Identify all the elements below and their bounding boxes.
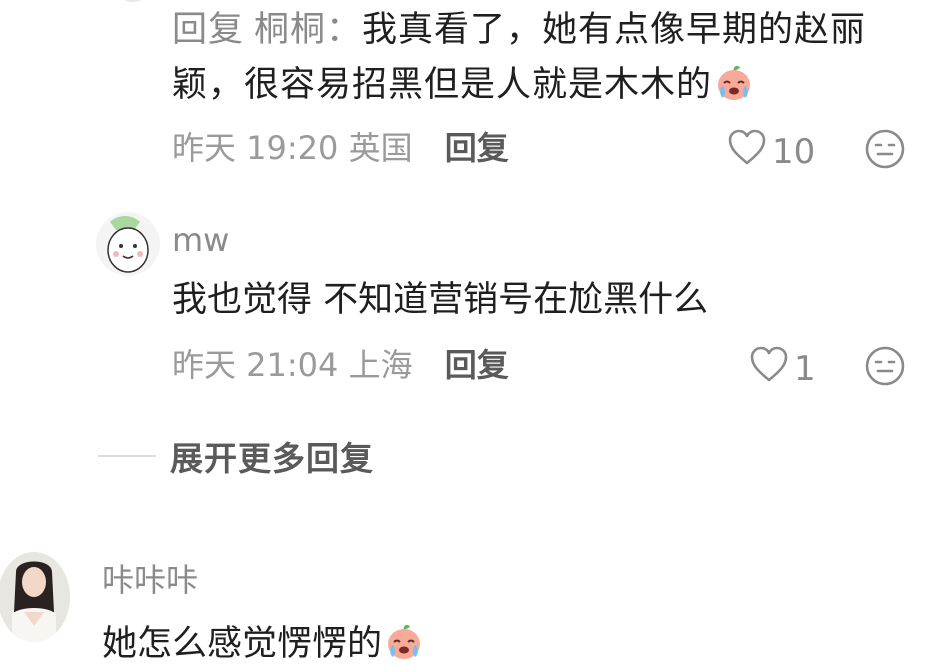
reply-2-username[interactable]: mw bbox=[172, 220, 229, 260]
reply-1-reply-button[interactable]: 回复 bbox=[445, 129, 509, 167]
comment-3-text: 她怎么感觉愣愣的 bbox=[102, 621, 424, 672]
crying-laughing-emoji-icon bbox=[384, 621, 424, 672]
previous-avatar-edge bbox=[118, 0, 148, 2]
expand-divider bbox=[98, 455, 156, 457]
reply-1-text: 回复 桐桐：我真看了，她有点像早期的赵丽颖，很容易招黑但是人就是木木的 bbox=[172, 3, 917, 119]
reply-2-like-button[interactable]: 1 bbox=[748, 344, 816, 393]
neutral-face-icon bbox=[864, 129, 906, 174]
expand-more-replies[interactable]: 展开更多回复 bbox=[98, 432, 374, 480]
reply-1-like-count: 10 bbox=[772, 131, 816, 172]
comment-3-body: 她怎么感觉愣愣的 bbox=[102, 624, 383, 664]
reply-2-reply-button[interactable]: 回复 bbox=[445, 346, 509, 384]
reply-2-avatar[interactable] bbox=[96, 212, 160, 276]
reply-1-location: 英国 bbox=[348, 129, 413, 167]
comment-3-username[interactable]: 咔咔咔 bbox=[102, 560, 198, 600]
heart-outline-icon bbox=[726, 127, 772, 176]
reply-2-text: 我也觉得 不知道营销号在尬黑什么 bbox=[172, 280, 709, 320]
reply-to-user[interactable]: 桐桐： bbox=[254, 10, 362, 50]
reply-1-meta: 昨天 19:20 英国 回复 bbox=[172, 128, 509, 168]
comment-3-avatar[interactable] bbox=[0, 552, 70, 642]
crying-laughing-emoji-icon bbox=[714, 62, 754, 119]
heart-outline-icon bbox=[748, 344, 794, 393]
reply-1-like-button[interactable]: 10 bbox=[726, 127, 815, 176]
expand-more-label: 展开更多回复 bbox=[170, 439, 374, 478]
neutral-face-icon bbox=[864, 346, 906, 391]
reply-1-react-button[interactable] bbox=[864, 128, 906, 174]
reply-2-location: 上海 bbox=[348, 346, 413, 384]
reply-2-time: 昨天 21:04 bbox=[172, 346, 339, 384]
reply-2-react-button[interactable] bbox=[864, 345, 906, 391]
reply-2-like-count: 1 bbox=[794, 348, 816, 389]
reply-1-prefix: 回复 桐桐： bbox=[172, 10, 363, 50]
reply-2-meta: 昨天 21:04 上海 回复 bbox=[172, 345, 509, 385]
reply-1-time: 昨天 19:20 bbox=[172, 129, 339, 167]
